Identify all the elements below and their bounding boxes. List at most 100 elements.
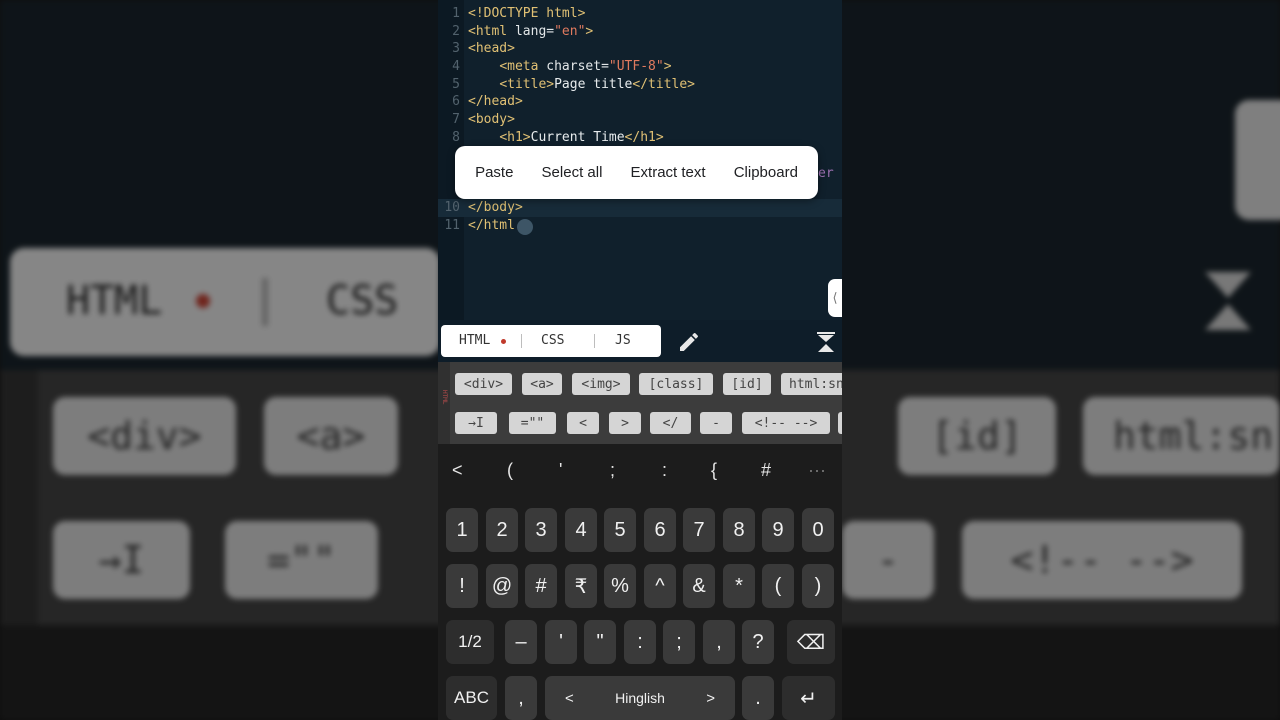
bg-chip: - [842, 521, 934, 599]
code-line[interactable]: 4 <meta charset="UTF-8"> [438, 58, 842, 76]
comma-key[interactable]: , [505, 676, 537, 720]
key-8[interactable]: 8 [723, 508, 755, 552]
snippet-chip-html-snippet[interactable]: html:sn [781, 373, 842, 395]
bg-chip: <!-- --> [962, 521, 1242, 599]
key-symbol[interactable]: % [604, 564, 636, 608]
snippet-chip-img[interactable]: <img> [572, 373, 630, 395]
toolbar-key[interactable]: : [662, 460, 667, 481]
key-symbol[interactable]: " [584, 620, 616, 664]
period-key[interactable]: . [742, 676, 774, 720]
snippet-chip-attr-quotes[interactable]: ="" [509, 412, 556, 434]
snippet-chip-comment[interactable]: <!-- --> [742, 412, 830, 434]
space-key[interactable]: < Hinglish > [545, 676, 735, 720]
snippet-chip-a[interactable]: <a> [522, 373, 562, 395]
toolbar-key[interactable]: ; [610, 460, 615, 481]
key-6[interactable]: 6 [644, 508, 676, 552]
key-symbol[interactable]: ₹ [565, 564, 597, 608]
code-line[interactable]: 11 </html [438, 217, 842, 235]
snippet-chip-greater-than[interactable]: > [609, 412, 641, 434]
code-line[interactable]: 1 <!DOCTYPE html> [438, 5, 842, 23]
line-number: 8 [452, 130, 460, 145]
toolbar-key[interactable]: ' [559, 460, 562, 481]
line-number: 1 [452, 6, 460, 21]
code-line[interactable]: 10 </body> [438, 199, 842, 217]
code-text: </head> [468, 94, 523, 109]
key-symbol[interactable]: & [683, 564, 715, 608]
snippet-chip-overflow[interactable] [838, 412, 842, 434]
side-panel-tab[interactable]: ⟨ [828, 279, 842, 317]
toolbar-back-key[interactable]: < [452, 460, 463, 481]
clipboard-button[interactable]: Clipboard [734, 164, 798, 181]
enter-key[interactable]: ↵ [782, 676, 835, 720]
snippet-chip-dash[interactable]: - [700, 412, 732, 434]
code-text: <html lang="en"> [468, 24, 594, 39]
snippet-chip-id[interactable]: [id] [723, 373, 771, 395]
code-line[interactable]: 2 <html lang="en"> [438, 23, 842, 41]
select-all-button[interactable]: Select all [542, 164, 603, 181]
pencil-icon[interactable] [677, 330, 701, 354]
line-number: 10 [444, 200, 460, 215]
space-language-label: Hinglish [615, 690, 665, 706]
key-7[interactable]: 7 [683, 508, 715, 552]
snippet-chip-less-than[interactable]: < [567, 412, 599, 434]
code-line[interactable]: 8 <h1>Current Time</h1> [438, 129, 842, 147]
key-symbol[interactable]: ? [742, 620, 774, 664]
snippet-mode-strip[interactable]: HTML [438, 362, 450, 444]
code-text: </body> [468, 200, 523, 215]
tab-css[interactable]: CSS [541, 333, 564, 348]
toolbar-more-key[interactable]: ··· [808, 460, 826, 481]
key-symbol[interactable]: : [624, 620, 656, 664]
snippet-chip-div[interactable]: <div> [455, 373, 512, 395]
text-cursor-handle[interactable] [517, 219, 533, 235]
key-4[interactable]: 4 [565, 508, 597, 552]
snippet-chip-class[interactable]: [class] [639, 373, 713, 395]
bg-side-tab [1235, 100, 1280, 220]
key-symbol[interactable]: # [525, 564, 557, 608]
snippet-mode-label: HTML [441, 390, 448, 405]
key-1[interactable]: 1 [446, 508, 478, 552]
hidden-code-peek: er [818, 166, 834, 181]
key-3[interactable]: 3 [525, 508, 557, 552]
key-symbol[interactable]: ' [545, 620, 577, 664]
bg-tab-html: HTML [66, 278, 163, 324]
key-symbol[interactable]: ! [446, 564, 478, 608]
code-line[interactable]: 6 </head> [438, 93, 842, 111]
key-5[interactable]: 5 [604, 508, 636, 552]
tab-html[interactable]: HTML [459, 333, 490, 348]
key-0[interactable]: 0 [802, 508, 834, 552]
tab-separator [594, 334, 595, 348]
page-toggle-key[interactable]: 1/2 [446, 620, 494, 664]
code-line[interactable]: 5 <title>Page title</title> [438, 76, 842, 94]
extract-text-button[interactable]: Extract text [631, 164, 706, 181]
backspace-key[interactable]: ⌫ [787, 620, 835, 664]
key-symbol[interactable]: , [703, 620, 735, 664]
toolbar-key[interactable]: { [711, 460, 717, 481]
tab-js[interactable]: JS [615, 333, 631, 348]
paste-button[interactable]: Paste [475, 164, 513, 181]
key-symbol[interactable]: @ [486, 564, 518, 608]
key-2[interactable]: 2 [486, 508, 518, 552]
code-text: <meta charset="UTF-8"> [499, 59, 672, 74]
line-number: 6 [452, 94, 460, 109]
key-symbol[interactable]: ^ [644, 564, 676, 608]
toolbar-key[interactable]: ( [507, 460, 513, 481]
code-text: <!DOCTYPE html> [468, 6, 586, 21]
code-line[interactable]: 3 <head> [438, 40, 842, 58]
code-text: </html [468, 218, 515, 233]
code-text: <h1>Current Time</h1> [499, 130, 664, 145]
toolbar-key[interactable]: # [761, 460, 771, 481]
collapse-icon[interactable] [817, 332, 835, 354]
key-symbol[interactable]: ) [802, 564, 834, 608]
code-line[interactable]: 7 <body> [438, 111, 842, 129]
key-9[interactable]: 9 [762, 508, 794, 552]
line-number: 11 [444, 218, 460, 233]
snippet-chip-tab[interactable]: →I [455, 412, 497, 434]
key-symbol[interactable]: * [723, 564, 755, 608]
snippet-chip-close-tag[interactable]: </ [650, 412, 691, 434]
keyboard-toolbar: < ( ' ; : { # ··· [438, 448, 842, 492]
key-symbol[interactable]: – [505, 620, 537, 664]
key-symbol[interactable]: ( [762, 564, 794, 608]
line-number: 4 [452, 59, 460, 74]
key-symbol[interactable]: ; [663, 620, 695, 664]
abc-key[interactable]: ABC [446, 676, 497, 720]
